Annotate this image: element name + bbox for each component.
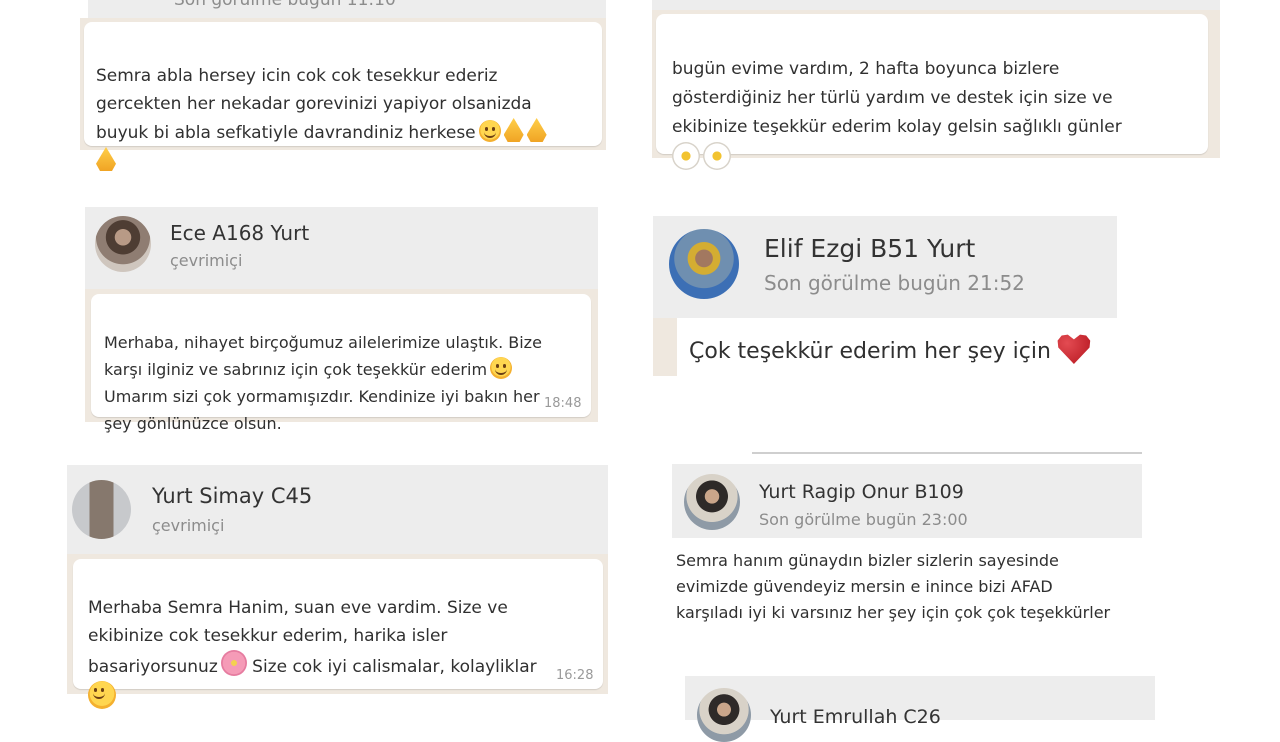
folded-hands-icon — [526, 118, 547, 142]
contact-name: Yurt Emrullah C26 — [770, 706, 941, 728]
contact-name: Yurt Simay C45 — [152, 484, 313, 508]
online-status: çevrimiçi — [170, 251, 243, 270]
contact-name: Ece A168 Yurt — [170, 221, 310, 245]
daisy-icon — [672, 142, 700, 170]
cherry-blossom-icon — [220, 650, 247, 676]
contact-avatar[interactable] — [697, 688, 751, 742]
folded-hands-icon — [503, 118, 524, 142]
contact-avatar[interactable] — [95, 216, 151, 272]
last-seen-status: Son görülme bugün 23:00 — [759, 510, 968, 529]
contact-avatar[interactable] — [669, 229, 739, 299]
daisy-icon — [703, 142, 731, 170]
chat-header — [652, 0, 1220, 10]
relieved-face-icon — [478, 120, 501, 142]
chat-header[interactable]: Yurt Emrullah C26 — [685, 676, 1155, 742]
smiling-face-icon — [88, 681, 116, 709]
red-heart-icon — [1057, 334, 1091, 364]
last-seen-status: Son görülme bugün 11:10 — [174, 0, 396, 10]
contact-avatar[interactable] — [72, 480, 131, 539]
message-text: Semra hanım günaydın bizler sizlerin say… — [676, 551, 1111, 622]
message-text: Merhaba, nihayet birçoğumuz ailelerimize… — [104, 333, 542, 433]
chat-header[interactable]: Yurt Ragip Onur B109 Son görülme bugün 2… — [672, 464, 1142, 538]
message-text: Merhaba Semra Hanim, suan eve vardim. Si… — [88, 566, 603, 714]
chat-background — [653, 318, 677, 376]
chat-header[interactable]: Elif Ezgi B51 Yurt Son görülme bugün 21:… — [653, 216, 1117, 318]
smiling-face-icon — [490, 357, 513, 379]
chat-header[interactable]: Yurt Simay C45 çevrimiçi — [67, 465, 608, 554]
message-time: 16:28 — [556, 668, 594, 683]
chat-header[interactable]: Ece A168 Yurt çevrimiçi — [85, 207, 598, 289]
online-status: çevrimiçi — [152, 516, 225, 535]
contact-avatar[interactable] — [684, 474, 740, 530]
chat-header: Son görülme bugün 11:10 — [88, 0, 606, 18]
message-time: 18:48 — [544, 396, 582, 411]
contact-name: Elif Ezgi B51 Yurt — [764, 234, 976, 263]
separator-line — [752, 452, 1142, 454]
message-text: Çok teşekkür ederim her şey için — [689, 334, 1091, 367]
message-text: bugün evime vardım, 2 hafta boyunca bizl… — [672, 26, 1202, 176]
contact-name: Yurt Ragip Onur B109 — [759, 481, 964, 503]
message-text: Semra abla hersey icin cok cok tesekkur … — [96, 34, 601, 176]
folded-hands-icon — [96, 147, 116, 171]
last-seen-status: Son görülme bugün 21:52 — [764, 271, 1025, 295]
